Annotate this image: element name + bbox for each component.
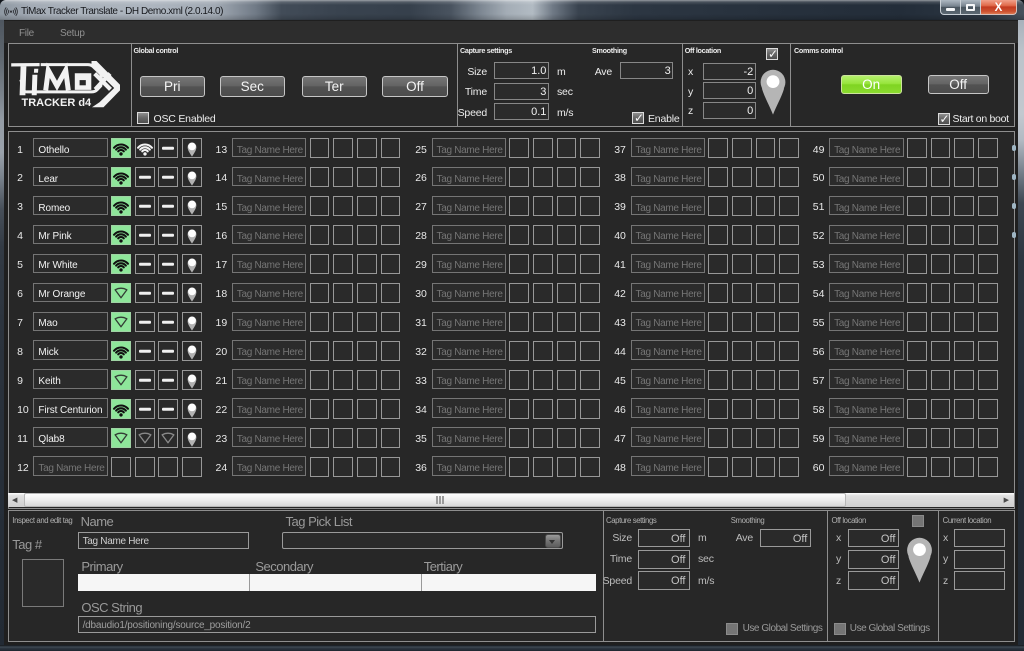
svg-text:TRACKER d4: TRACKER d4 bbox=[22, 97, 93, 109]
